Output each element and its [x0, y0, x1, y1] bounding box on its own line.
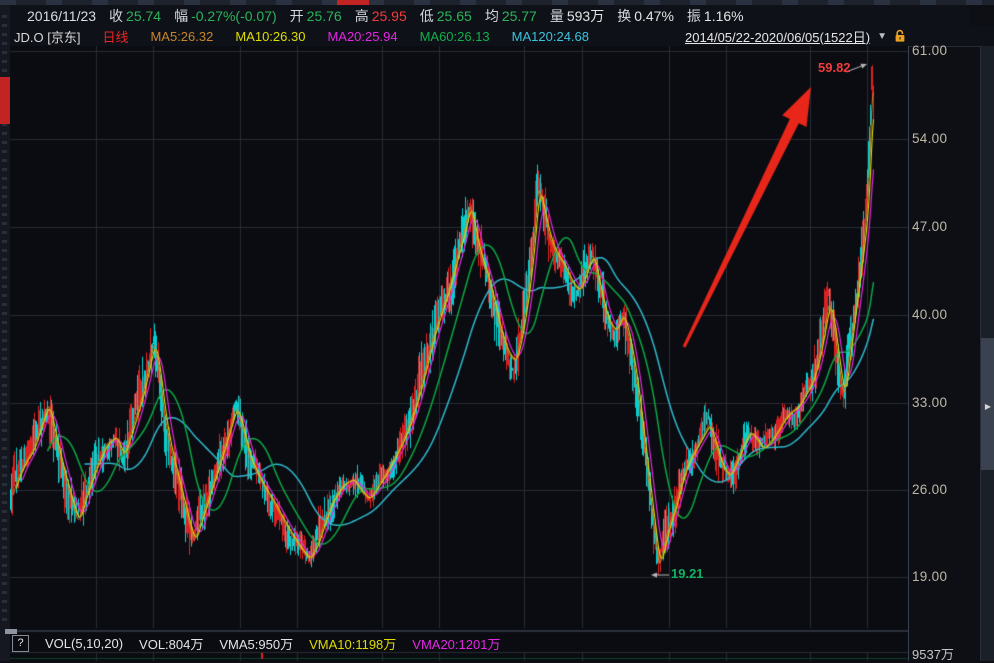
- quote-header: 2016/11/23 收25.74 幅-0.27%(-0.07) 开25.76 …: [10, 5, 969, 26]
- indicator-header: JD.O [京东] 日线 MA5:26.32 MA10:26.30 MA20:2…: [10, 26, 994, 47]
- symbol-name: JD.O [京东]: [14, 27, 80, 46]
- y-tick-label: 40.00: [912, 307, 947, 322]
- vol-params-label: VOL(5,10,20): [45, 636, 123, 651]
- scrollbar-arrow-icon[interactable]: ▶: [982, 402, 994, 411]
- volume-indicator-row: ? VOL(5,10,20) VOL:804万 VMA5:950万 VMA10:…: [10, 633, 910, 653]
- help-icon[interactable]: ?: [12, 635, 29, 652]
- vma5-label: VMA5:950万: [219, 634, 293, 653]
- high-annotation: 59.82: [818, 60, 851, 75]
- price-chart-canvas[interactable]: [10, 46, 908, 661]
- stock-chart-app: { "header": { "date": "2016/11/23", "fie…: [0, 0, 994, 661]
- range-selector[interactable]: 2014/05/22-2020/06/05(1522日) ▼: [685, 26, 906, 46]
- quote-field-change: 幅-0.27%(-0.07): [174, 6, 277, 26]
- ma10-legend: MA10:26.30: [235, 29, 305, 44]
- quote-field-high: 高25.95: [355, 6, 407, 26]
- low-annotation: 19.21: [671, 566, 704, 581]
- quote-field-close: 收25.74: [109, 6, 161, 26]
- vma20-label: VMA20:1201万: [412, 634, 500, 653]
- y-axis: 61.00 54.00 47.00 40.00 33.00 26.00 19.00: [912, 0, 956, 661]
- vma10-label: VMA10:1198万: [309, 634, 396, 653]
- ma60-legend: MA60:26.13: [420, 29, 490, 44]
- sidebar-active-item[interactable]: [0, 77, 10, 124]
- ma20-legend: MA20:25.94: [327, 29, 397, 44]
- quote-field-volume: 量593万: [550, 6, 604, 26]
- ma120-legend: MA120:24.68: [512, 29, 589, 44]
- quote-field-low: 低25.65: [420, 6, 472, 26]
- period-label[interactable]: 日线: [102, 27, 128, 46]
- quote-date: 2016/11/23: [27, 8, 96, 24]
- quote-field-turnover: 换0.47%: [617, 6, 674, 26]
- lock-icon[interactable]: [894, 29, 906, 43]
- date-range-label[interactable]: 2014/05/22-2020/06/05(1522日): [685, 27, 870, 46]
- y-tick-label: 54.00: [912, 131, 947, 146]
- y-tick-label: 33.00: [912, 395, 947, 410]
- ma5-legend: MA5:26.32: [150, 29, 213, 44]
- volume-scale-label: 9537万: [912, 644, 954, 663]
- y-tick-label: 47.00: [912, 219, 947, 234]
- plot-right-border: [908, 46, 909, 661]
- quote-field-open: 开25.76: [290, 6, 342, 26]
- chevron-down-icon[interactable]: ▼: [877, 31, 887, 42]
- y-tick-label: 26.00: [912, 482, 947, 497]
- quote-field-avg: 均25.77: [485, 6, 537, 26]
- vol-value-label: VOL:804万: [139, 634, 203, 653]
- quote-field-amplitude: 振1.16%: [687, 6, 744, 26]
- y-tick-label: 19.00: [912, 569, 947, 584]
- y-tick-label: 61.00: [912, 43, 947, 58]
